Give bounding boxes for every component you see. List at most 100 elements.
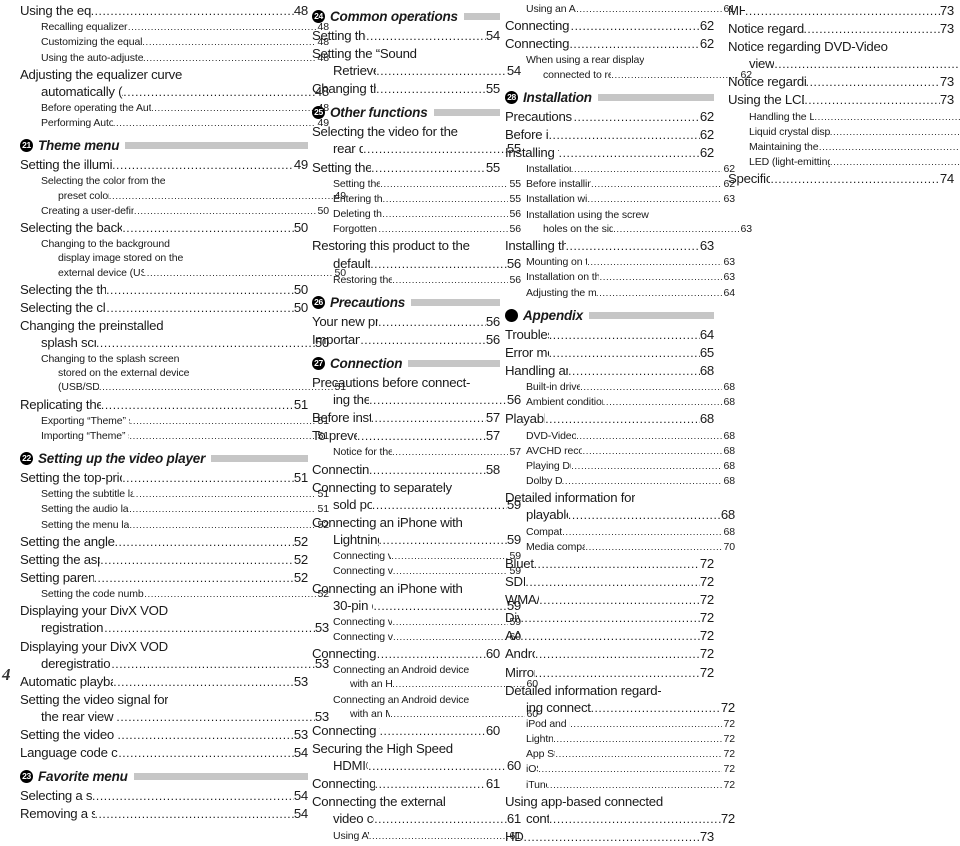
toc-entry[interactable]: Lightning...............................… (505, 732, 735, 747)
toc-entry[interactable]: Setting the menu language...............… (20, 518, 329, 533)
toc-entry[interactable]: Setting the top-priority languages......… (20, 469, 308, 487)
toc-entry[interactable]: video component.........................… (312, 810, 521, 828)
toc-entry[interactable]: Connecting the power cord...............… (312, 461, 500, 479)
toc-entry[interactable]: Dolby Digital...........................… (505, 474, 735, 489)
toc-entry[interactable]: Replicating the settings................… (20, 396, 308, 414)
toc-entry[interactable]: Troubleshooting.........................… (505, 326, 714, 344)
toc-entry[interactable]: Notice regarding video viewing..........… (728, 20, 954, 38)
toc-entry[interactable]: Restoring the default settings..........… (312, 273, 521, 288)
toc-entry[interactable]: Setting the video signal for (20, 691, 308, 708)
toc-entry[interactable]: Using the LCD screen correctly..........… (728, 91, 954, 109)
toc-entry[interactable]: Handling and care of discs..............… (505, 362, 714, 380)
toc-entry[interactable]: Automatic playback of DVDs..............… (20, 673, 308, 691)
toc-entry[interactable]: ing the system..........................… (312, 391, 521, 409)
toc-entry[interactable]: Detailed information for (505, 489, 714, 506)
toc-entry[interactable]: Handling the LCD screen.................… (728, 110, 960, 125)
toc-entry[interactable]: stored on the external device (20, 366, 346, 380)
toc-entry[interactable]: Deleting the password...................… (312, 207, 521, 222)
toc-entry[interactable]: MHL.....................................… (728, 2, 954, 20)
toc-entry[interactable]: Setting the video output format.........… (20, 726, 308, 744)
toc-entry[interactable]: Setting the audio language..............… (20, 502, 329, 517)
toc-entry[interactable]: Using the equalizer.....................… (20, 2, 308, 20)
toc-entry[interactable]: Before installing this product..........… (312, 409, 500, 427)
toc-entry[interactable]: Entering the password...................… (312, 192, 521, 207)
toc-entry[interactable]: Installing the microphone...............… (505, 237, 714, 255)
toc-entry[interactable]: Installation on the steering column.....… (505, 270, 735, 285)
toc-entry[interactable]: Forgotten password......................… (312, 222, 521, 237)
toc-entry[interactable]: default settings........................… (312, 255, 521, 273)
toc-entry[interactable]: Selecting the video for the (312, 123, 500, 140)
toc-entry[interactable]: Connecting via the RGB input............… (312, 630, 521, 645)
toc-entry[interactable]: Error messages..........................… (505, 344, 714, 362)
toc-entry[interactable]: Installation notes......................… (505, 162, 735, 177)
toc-entry[interactable]: the rear view camera....................… (20, 708, 329, 726)
toc-entry[interactable]: Installing this product.................… (505, 144, 714, 162)
toc-entry[interactable]: Selecting the theme color...............… (20, 281, 308, 299)
toc-entry[interactable]: Android™................................… (505, 645, 714, 663)
toc-entry[interactable]: Recalling equalizer curves..............… (20, 20, 329, 35)
toc-entry[interactable]: Connecting a rear view camera...........… (312, 775, 500, 793)
toc-entry[interactable]: external device (USB/SD)................… (20, 266, 346, 281)
toc-entry[interactable]: deregistration code.....................… (20, 655, 329, 673)
toc-entry[interactable]: Setting the password....................… (312, 177, 521, 192)
toc-entry[interactable]: Compatibility...........................… (505, 525, 735, 540)
toc-entry[interactable]: Selecting the background display........… (20, 219, 308, 237)
toc-entry[interactable]: DVD-Video and CD........................… (505, 429, 735, 444)
toc-entry[interactable]: Connecting an Android device (312, 663, 521, 677)
toc-entry[interactable]: WMA/WMV.................................… (505, 591, 714, 609)
toc-entry[interactable]: Setting the subtitle language...........… (20, 487, 329, 502)
toc-entry[interactable]: iPod and iPhone.........................… (505, 717, 735, 732)
toc-entry[interactable]: Connecting to separately (312, 479, 500, 496)
toc-entry[interactable]: Before installing.......................… (505, 126, 714, 144)
toc-entry[interactable]: holes on the side of this product.......… (505, 222, 752, 237)
toc-entry[interactable]: Exporting “Theme” settings..............… (20, 414, 329, 429)
toc-entry[interactable]: HDMI® Cable.............................… (312, 757, 521, 775)
toc-entry[interactable]: SDHC....................................… (505, 573, 714, 591)
toc-entry[interactable]: Playing DualDisc........................… (505, 459, 735, 474)
toc-entry[interactable]: LED (light-emitting diode) backlight....… (728, 155, 960, 170)
toc-entry[interactable]: HDMI....................................… (505, 828, 714, 846)
toc-entry[interactable]: Displaying your DivX VOD (20, 602, 308, 619)
toc-entry[interactable]: Connecting an iPhone with (312, 514, 500, 531)
toc-entry[interactable]: Liquid crystal display (LCD) screen.....… (728, 125, 960, 140)
toc-entry[interactable]: iTunes..................................… (505, 778, 735, 793)
toc-entry[interactable]: Setting the code number and level.......… (20, 587, 329, 602)
toc-entry[interactable]: Setting the time and date...............… (312, 27, 500, 45)
toc-entry[interactable]: Connecting the rear display.............… (505, 35, 714, 53)
toc-entry[interactable]: rear display............................… (312, 140, 521, 158)
toc-entry[interactable]: Selecting a shortcut....................… (20, 787, 308, 805)
toc-entry[interactable]: Bluetooth...............................… (505, 555, 714, 573)
toc-entry[interactable]: Changing the wide screen mode...........… (312, 80, 500, 98)
toc-entry[interactable]: Language code chart for DVDs............… (20, 744, 308, 762)
toc-entry[interactable]: Mounting on the sun visor...............… (505, 255, 735, 270)
toc-entry[interactable]: DivX....................................… (505, 609, 714, 627)
toc-entry[interactable]: Connecting via the HDMI port............… (312, 564, 521, 579)
toc-entry[interactable]: Precautions before connect- (312, 374, 500, 391)
toc-entry[interactable]: Ambient conditions for playing a disc...… (505, 395, 735, 410)
toc-entry[interactable]: Adjusting the microphone angle..........… (505, 286, 735, 301)
toc-entry[interactable]: viewing.................................… (728, 55, 960, 73)
toc-entry[interactable]: preset colors...........................… (20, 189, 346, 204)
toc-entry[interactable]: Importing “Theme” settings..............… (20, 429, 329, 444)
toc-entry[interactable]: ing connected iPod devices..............… (505, 699, 735, 717)
toc-entry[interactable]: sold power amp..........................… (312, 496, 521, 514)
toc-entry[interactable]: Connecting an HDMI device...............… (505, 17, 714, 35)
toc-entry[interactable]: registration code.......................… (20, 619, 329, 637)
toc-entry[interactable]: Installation with the holder............… (505, 192, 735, 207)
toc-entry[interactable]: Your new product and this manual........… (312, 313, 500, 331)
toc-entry[interactable]: Using app-based connected (505, 793, 714, 810)
toc-entry[interactable]: Setting the aspect ratio................… (20, 551, 308, 569)
toc-entry[interactable]: Specifications..........................… (728, 170, 954, 188)
toc-entry[interactable]: Connecting the Android™ device..........… (312, 645, 500, 663)
toc-entry[interactable]: Customizing the equalizer curves........… (20, 35, 329, 50)
toc-entry[interactable]: Securing the High Speed (312, 740, 500, 757)
toc-entry[interactable]: To prevent damage.......................… (312, 427, 500, 445)
toc-entry[interactable]: Adjusting the equalizer curve (20, 66, 308, 83)
toc-entry[interactable]: Detailed information regard- (505, 682, 714, 699)
toc-entry[interactable]: display image stored on the (20, 251, 346, 265)
toc-entry[interactable]: Selecting the clock image...............… (20, 299, 308, 317)
toc-entry[interactable]: Important safeguards....................… (312, 331, 500, 349)
toc-entry[interactable]: Before installing this product..........… (505, 177, 735, 192)
toc-entry[interactable]: Notice regarding MP3 file usage.........… (728, 73, 954, 91)
toc-entry[interactable]: 30-pin connector........................… (312, 597, 521, 615)
